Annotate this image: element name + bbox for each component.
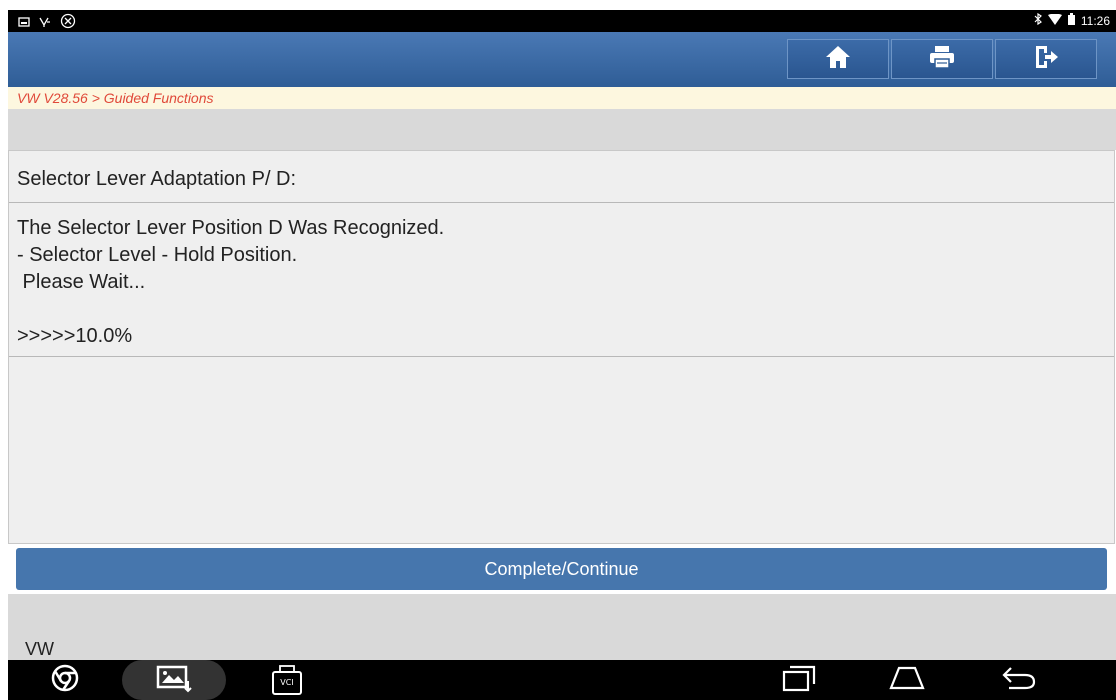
exit-icon xyxy=(1033,45,1059,74)
vci-label: VCI xyxy=(280,678,294,687)
breadcrumb: VW V28.56 > Guided Functions xyxy=(8,87,1116,109)
home-nav-button[interactable] xyxy=(882,660,932,700)
exit-button[interactable] xyxy=(995,39,1097,79)
clock: 11:26 xyxy=(1080,13,1110,28)
breadcrumb-text: VW V28.56 > Guided Functions xyxy=(17,90,214,106)
footer-bar: VW xyxy=(8,594,1116,660)
vci-icon: VCI xyxy=(270,665,304,695)
gallery-download-icon xyxy=(154,663,194,698)
chrome-icon xyxy=(50,663,80,698)
panel-title: Selector Lever Adaptation P/ D: xyxy=(17,168,297,190)
browser-button[interactable] xyxy=(40,660,90,700)
back-arrow-icon xyxy=(1001,665,1037,696)
top-spacer-bar xyxy=(8,109,1116,150)
usb-debug-icon xyxy=(38,15,52,33)
settings-notification-icon xyxy=(60,13,76,34)
back-button[interactable] xyxy=(994,660,1044,700)
function-panel: Selector Lever Adaptation P/ D: The Sele… xyxy=(8,150,1115,544)
battery-icon xyxy=(1067,13,1075,28)
recent-apps-icon xyxy=(781,664,817,697)
app-header xyxy=(8,32,1116,88)
print-button[interactable] xyxy=(891,39,993,79)
home-icon xyxy=(825,45,851,74)
recent-apps-button[interactable] xyxy=(774,660,824,700)
panel-message: The Selector Lever Position D Was Recogn… xyxy=(9,203,1114,357)
complete-continue-button[interactable]: Complete/Continue xyxy=(16,548,1107,590)
message-line: - Selector Level - Hold Position. xyxy=(17,244,298,266)
message-line: Please Wait... xyxy=(17,271,146,293)
home-nav-icon xyxy=(888,665,926,696)
printer-icon xyxy=(929,45,955,74)
navigation-bar: VCI xyxy=(8,660,1116,700)
image-notification-icon xyxy=(18,15,30,33)
vehicle-label: VW xyxy=(25,639,54,659)
progress-text: >>>>>10.0% xyxy=(17,325,133,347)
vci-button[interactable]: VCI xyxy=(262,660,312,700)
home-button[interactable] xyxy=(787,39,889,79)
bluetooth-icon xyxy=(1034,12,1042,28)
status-bar: 11:26 xyxy=(8,10,1116,32)
wifi-icon xyxy=(1047,13,1062,28)
panel-title-row: Selector Lever Adaptation P/ D: xyxy=(9,151,1114,203)
message-line: The Selector Lever Position D Was Recogn… xyxy=(17,217,445,239)
gallery-button[interactable] xyxy=(122,660,226,700)
